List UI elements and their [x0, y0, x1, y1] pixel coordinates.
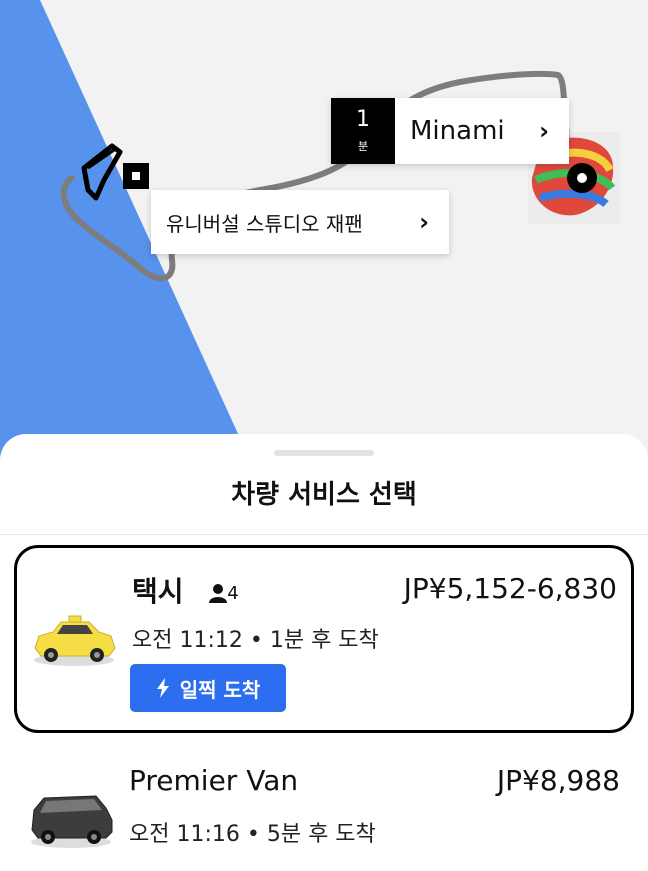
chevron-right-icon: › — [419, 208, 429, 236]
ride-option-name-text: 택시 — [132, 575, 184, 608]
ride-option-taxi[interactable]: 택시 4 JP¥5,152-6,830 오전 11:12 • 1분 후 도착 일… — [14, 545, 634, 733]
badge-label: 일찍 도착 — [179, 677, 261, 702]
drag-handle[interactable] — [274, 450, 374, 456]
map-view[interactable]: 1 분 Minami › 유니버설 스튜디오 재팬 › — [0, 0, 648, 460]
divider — [0, 534, 648, 535]
ride-option-name: 택시 4 — [132, 570, 239, 610]
ride-option-eta: 오전 11:16 • 5분 후 도착 — [129, 822, 376, 847]
early-arrival-badge: 일찍 도착 — [130, 664, 286, 712]
pickup-marker-icon — [123, 163, 149, 189]
taxi-car-icon — [34, 615, 116, 666]
ride-option-premier-van[interactable]: Premier Van JP¥8,988 오전 11:16 • 5분 후 도착 — [14, 756, 634, 871]
ride-option-price: JP¥8,988 — [496, 764, 620, 797]
ride-option-name: Premier Van — [129, 764, 299, 797]
pickup-callout[interactable]: 1 분 Minami › — [331, 98, 569, 164]
van-car-icon — [31, 795, 113, 848]
pickup-name: Minami — [410, 116, 505, 146]
destination-callout[interactable]: 유니버설 스튜디오 재팬 › — [151, 190, 449, 254]
eta-unit: 분 — [357, 140, 369, 153]
seat-count: 4 — [209, 582, 239, 604]
chevron-right-icon: › — [539, 117, 549, 145]
eta-value: 1 — [356, 107, 370, 132]
seat-count-value: 4 — [227, 582, 239, 604]
lightning-icon — [156, 678, 169, 698]
sheet-title: 차량 서비스 선택 — [231, 480, 417, 510]
ride-option-eta: 오전 11:12 • 1분 후 도착 — [132, 628, 379, 653]
person-icon — [209, 584, 228, 603]
ride-option-price: JP¥5,152-6,830 — [403, 572, 617, 605]
ride-selection-sheet: 차량 서비스 선택 택시 4 JP¥5,152-6,830 오전 11:12 •… — [0, 434, 648, 871]
eta-badge: 1 분 — [331, 98, 395, 164]
destination-label: 유니버설 스튜디오 재팬 — [166, 211, 363, 236]
